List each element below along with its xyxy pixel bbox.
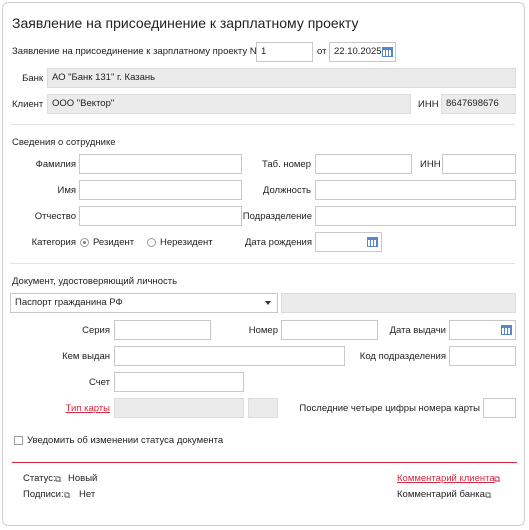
department-input[interactable] — [315, 206, 516, 226]
name-label: Имя — [57, 185, 76, 196]
name-input[interactable] — [79, 180, 242, 200]
issue-date-label: Дата выдачи — [389, 325, 446, 336]
series-input[interactable] — [114, 320, 211, 340]
category-label: Категория — [31, 237, 76, 248]
issued-by-input[interactable] — [114, 346, 345, 366]
statement-label: Заявление на присоединение к зарплатному… — [12, 46, 257, 57]
position-input[interactable] — [315, 180, 516, 200]
open-window-icon[interactable]: ⧉ — [494, 473, 500, 485]
account-input[interactable] — [114, 372, 244, 392]
statement-date-value: 22.10.2025 — [334, 46, 382, 57]
document-type-select[interactable]: Паспорт гражданина РФ — [10, 293, 278, 313]
patronymic-label: Отчество — [34, 211, 76, 222]
status-value: Новый — [68, 473, 98, 484]
last-digits-label: Последние четыре цифры номера карты — [299, 403, 480, 414]
series-label: Серия — [82, 325, 110, 336]
document-section-title: Документ, удостоверяющий личность — [12, 276, 178, 287]
position-label: Должность — [262, 185, 311, 196]
employee-inn-input[interactable] — [442, 154, 516, 174]
surname-label: Фамилия — [35, 159, 76, 170]
notify-checkbox[interactable] — [14, 436, 23, 445]
surname-input[interactable] — [79, 154, 242, 174]
calendar-icon[interactable] — [501, 325, 512, 335]
account-label: Счет — [88, 377, 110, 388]
dept-code-input[interactable] — [449, 346, 516, 366]
notify-label[interactable]: Уведомить об изменении статуса документа — [27, 435, 223, 447]
calendar-icon[interactable] — [382, 47, 393, 57]
card-type-code-field — [248, 398, 278, 418]
status-label: Статус: — [23, 473, 56, 484]
signatures-label: Подписи: — [23, 489, 64, 500]
nonresident-radio[interactable] — [147, 238, 156, 247]
client-inn-field: 8647698676 — [441, 94, 516, 114]
calendar-icon[interactable] — [367, 237, 378, 247]
client-inn-label: ИНН — [418, 99, 439, 110]
patronymic-input[interactable] — [79, 206, 242, 226]
client-field: ООО "Вектор" — [47, 94, 411, 114]
page-title: Заявление на присоединение к зарплатному… — [12, 15, 359, 31]
caret-down-icon[interactable] — [265, 301, 271, 305]
employee-section-title: Сведения о сотруднике — [12, 137, 116, 148]
document-type-extra-field — [281, 293, 516, 313]
client-comment-link[interactable]: Комментарий клиента — [397, 473, 495, 485]
tab-number-input[interactable] — [315, 154, 412, 174]
open-window-icon[interactable]: ⧉ — [55, 473, 61, 485]
document-type-value: Паспорт гражданина РФ — [15, 297, 123, 308]
doc-number-label: Номер — [248, 325, 278, 336]
doc-number-input[interactable] — [281, 320, 378, 340]
last-digits-input[interactable] — [483, 398, 516, 418]
divider — [10, 263, 515, 264]
client-label: Клиент — [12, 99, 44, 110]
bank-label: Банк — [22, 73, 43, 84]
card-type-field — [114, 398, 244, 418]
open-window-icon[interactable]: ⧉ — [64, 489, 70, 501]
open-window-icon[interactable]: ⧉ — [485, 489, 491, 501]
employee-inn-label: ИНН — [420, 159, 441, 170]
resident-radio[interactable] — [80, 238, 89, 247]
bank-comment-label[interactable]: Комментарий банка — [397, 489, 485, 501]
bank-field: АО "Банк 131" г. Казань — [47, 68, 516, 88]
nonresident-label[interactable]: Нерезидент — [160, 237, 213, 249]
issued-by-label: Кем выдан — [62, 351, 110, 362]
tab-number-label: Таб. номер — [261, 159, 311, 170]
card-type-link[interactable]: Тип карты — [40, 403, 110, 415]
signatures-value: Нет — [79, 489, 96, 500]
statement-number-input[interactable]: 1 — [256, 42, 313, 62]
resident-label[interactable]: Резидент — [93, 237, 134, 249]
birth-date-label: Дата рождения — [244, 237, 312, 248]
date-prefix: от — [317, 46, 327, 57]
department-label: Подразделение — [242, 211, 312, 222]
footer-divider — [12, 462, 517, 463]
divider — [10, 124, 515, 125]
dept-code-label: Код подразделения — [359, 351, 446, 362]
